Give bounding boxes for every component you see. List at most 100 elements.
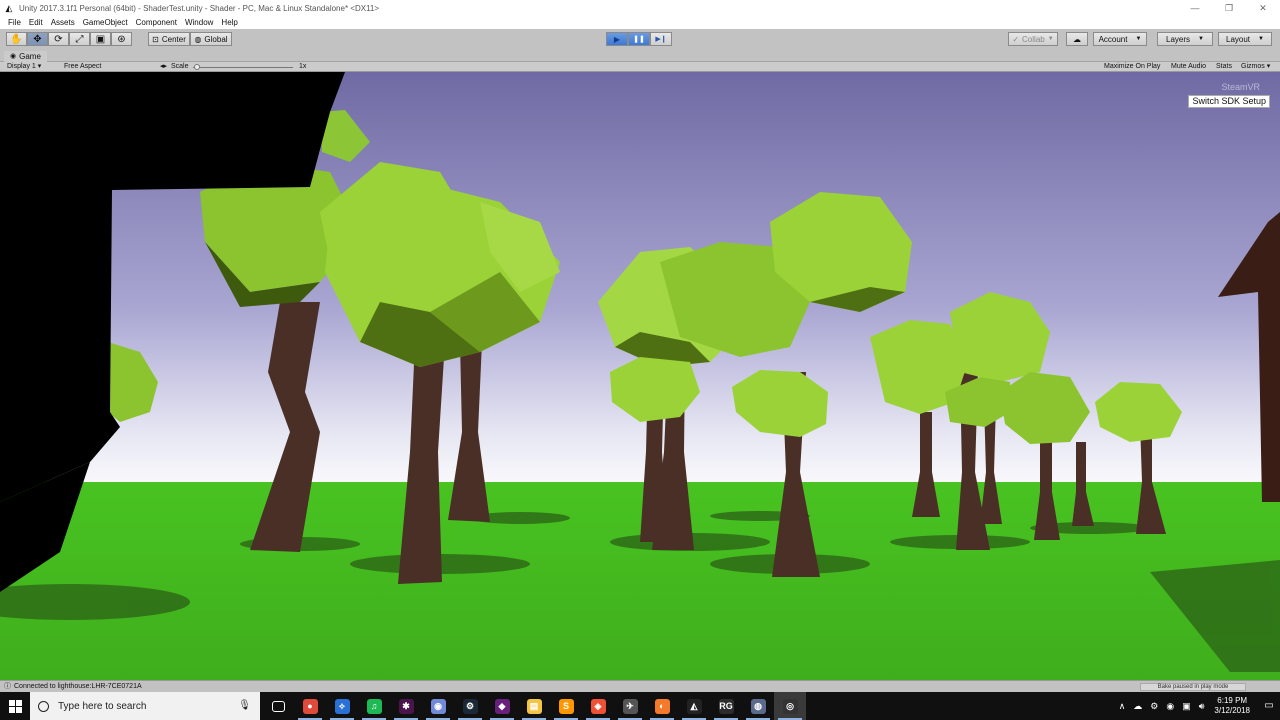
taskbar-app-browser-app[interactable]: ◍ [742, 692, 774, 720]
hand-icon: ✋ [10, 33, 23, 45]
tray-app-icon[interactable]: ◉ [1166, 701, 1174, 712]
taskbar-app-discord[interactable]: ◉ [422, 692, 454, 720]
blender-icon: ◐ [654, 698, 670, 714]
hand-tool-button[interactable]: ✋ [6, 32, 27, 46]
taskbar-app-task-view[interactable]: ▭ [262, 692, 294, 720]
account-group: Account ▼ [1093, 32, 1147, 46]
unknown-blue-app-icon: ⟡ [334, 698, 350, 714]
menu-edit[interactable]: Edit [25, 18, 47, 27]
menu-gameobject[interactable]: GameObject [79, 18, 132, 27]
pivot-global-button[interactable]: ◍ Global [190, 32, 232, 46]
chevron-down-icon: ▼ [1047, 36, 1054, 42]
move-tool-button[interactable]: ✥ [27, 32, 48, 46]
menu-window[interactable]: Window [181, 18, 217, 27]
game-viewport[interactable]: SteamVR Switch SDK Setup [0, 72, 1280, 680]
steamvr-label: SteamVR [1221, 82, 1260, 92]
taskbar-app-file-explorer[interactable]: ▤ [518, 692, 550, 720]
taskbar-app-unity-hub[interactable]: ◎ [774, 692, 806, 720]
pivot-toggles: ⊡ Center ◍ Global [148, 32, 232, 46]
gizmos-dropdown[interactable]: Gizmos ▾ [1241, 62, 1270, 72]
notification-icon[interactable]: ▭ [1258, 692, 1280, 720]
scale-slider-track[interactable] [193, 67, 293, 68]
taskbar-app-unity[interactable]: ◭ [678, 692, 710, 720]
check-icon: ✓ [1012, 34, 1020, 44]
pivot-center-button[interactable]: ⊡ Center [148, 32, 190, 46]
scale-tool-button[interactable]: ⤢ [69, 32, 90, 46]
file-explorer-icon: ▤ [526, 698, 542, 714]
clock-date: 3/12/2018 [1214, 706, 1250, 715]
stats-toggle[interactable]: Stats [1216, 62, 1232, 72]
tray-overflow-icon[interactable]: ∧ [1119, 701, 1126, 712]
switch-sdk-setup-button[interactable]: Switch SDK Setup [1188, 95, 1270, 108]
collab-button[interactable]: ✓ Collab ▼ [1008, 32, 1058, 46]
game-view-controls: Display 1 ▾ Free Aspect ◂▸ Scale 1x Maxi… [0, 62, 1280, 72]
taskbar-app-spotify[interactable]: ♫ [358, 692, 390, 720]
taskbar-app-visual-studio[interactable]: ◆ [486, 692, 518, 720]
rect-tool-button[interactable]: ▣ [90, 32, 111, 46]
main-toolbar: ✋ ✥ ⟳ ⤢ ▣ ⊛ ⊡ Center ◍ Global ▶ ❚❚ ▶❙ ✓ Col… [0, 29, 1280, 50]
tab-game[interactable]: ◉ Game [4, 51, 47, 62]
taskbar-app-slack[interactable]: ✱ [390, 692, 422, 720]
pause-button[interactable]: ❚❚ [628, 32, 650, 46]
transform-tool-button[interactable]: ⊛ [111, 32, 132, 46]
unknown-app-icon: ✈ [622, 698, 638, 714]
pause-icon: ❚❚ [633, 36, 645, 43]
step-icon: ▶❙ [655, 36, 667, 43]
rotate-icon: ⟳ [54, 33, 63, 45]
pivot-icon: ⊡ [152, 34, 159, 44]
clock[interactable]: 6:19 PM 3/12/2018 [1214, 696, 1250, 716]
account-dropdown[interactable]: Account ▼ [1093, 32, 1147, 46]
cloud-button[interactable]: ☁ [1066, 32, 1088, 46]
steam-icon: ⚙ [462, 698, 478, 714]
scale-label: Scale [171, 63, 189, 70]
display-dropdown[interactable]: Display 1 ▾ [7, 62, 41, 72]
step-button[interactable]: ▶❙ [650, 32, 672, 46]
maximize-on-play-toggle[interactable]: Maximize On Play [1104, 62, 1160, 72]
rotate-tool-button[interactable]: ⟳ [48, 32, 69, 46]
menu-assets[interactable]: Assets [47, 18, 79, 27]
aspect-dropdown[interactable]: Free Aspect [64, 62, 101, 72]
status-bar: ⓘ Connected to lighthouse:LHR-7CE0721A B… [0, 680, 1280, 692]
slack-icon: ✱ [398, 698, 414, 714]
tray-app-icon[interactable]: ☁ [1133, 701, 1142, 712]
console-message[interactable]: ⓘ Connected to lighthouse:LHR-7CE0721A [4, 682, 142, 692]
taskbar-app-unknown-app[interactable]: ✈ [614, 692, 646, 720]
clock-time: 6:19 PM [1217, 696, 1248, 705]
collab-label: Collab [1022, 34, 1045, 44]
display-label: Display 1 [7, 63, 36, 70]
task-view-icon: ▭ [271, 700, 285, 712]
aspect-label: Free Aspect [64, 63, 102, 70]
windows-logo-icon [8, 699, 22, 713]
taskbar-app-rg-app[interactable]: RG [710, 692, 742, 720]
layout-dropdown[interactable]: Layout ▼ [1218, 32, 1272, 46]
close-button[interactable]: ✕ [1246, 0, 1280, 16]
window-title: Unity 2017.3.1f1 Personal (64bit) - Shad… [19, 3, 380, 13]
taskbar-app-blender[interactable]: ◐ [646, 692, 678, 720]
microphone-icon[interactable]: 🎙︎ [238, 700, 251, 711]
restore-button[interactable]: ❐ [1212, 0, 1246, 16]
scale-slider-thumb[interactable] [194, 64, 200, 70]
taskbar-search-box[interactable]: Type here to search 🎙︎ [30, 692, 260, 720]
mute-audio-toggle[interactable]: Mute Audio [1171, 62, 1206, 72]
unity-logo-icon: ◭ [5, 3, 13, 13]
start-button[interactable] [0, 692, 30, 720]
move-icon: ✥ [33, 33, 42, 45]
taskbar-app-chrome[interactable]: ● [294, 692, 326, 720]
tray-app-icon[interactable]: ▣ [1182, 701, 1191, 712]
taskbar-app-steam[interactable]: ⚙ [454, 692, 486, 720]
menu-component[interactable]: Component [132, 18, 181, 27]
game-tab-bar: ◉ Game [0, 50, 1280, 62]
account-label: Account [1098, 34, 1128, 44]
layers-label: Layers [1166, 34, 1191, 44]
minimize-button[interactable]: — [1178, 0, 1212, 16]
aspect-chevron-icon[interactable]: ◂▸ [160, 62, 167, 72]
menu-help[interactable]: Help [217, 18, 241, 27]
taskbar-app-git[interactable]: ◈ [582, 692, 614, 720]
tray-app-icon[interactable]: ⚙ [1150, 701, 1158, 712]
taskbar-app-sublime-text[interactable]: S [550, 692, 582, 720]
play-button[interactable]: ▶ [606, 32, 628, 46]
menu-file[interactable]: File [4, 18, 25, 27]
volume-icon[interactable]: 🔊︎ [1199, 701, 1205, 712]
taskbar-app-unknown-blue-app[interactable]: ⟡ [326, 692, 358, 720]
layers-dropdown[interactable]: Layers ▼ [1157, 32, 1213, 46]
